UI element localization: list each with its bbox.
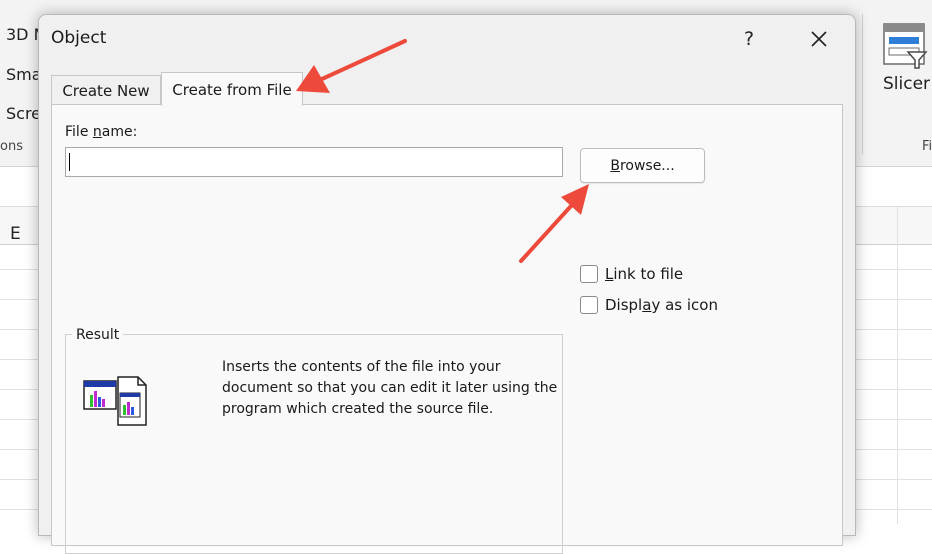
create-from-file-panel: File name: Browse... Link to file Displa…: [51, 104, 843, 554]
browse-label-accel: B: [610, 157, 620, 174]
result-description: Inserts the contents of the file into yo…: [222, 359, 558, 417]
browse-button[interactable]: Browse...: [580, 148, 705, 183]
text-caret: [69, 153, 70, 171]
ribbon-item-smartart[interactable]: Sma: [6, 65, 42, 84]
close-button[interactable]: [799, 21, 839, 57]
file-name-label: File name:: [65, 124, 137, 140]
ribbon-item-screenshot[interactable]: Scre: [6, 104, 41, 123]
tab-create-from-file-label: Create from File: [172, 80, 292, 99]
result-legend: Result: [72, 327, 124, 343]
ribbon-separator: [862, 14, 863, 154]
link-to-file-checkbox[interactable]: [580, 265, 598, 283]
ribbon-group-label-illustrations: ons: [0, 139, 23, 154]
dialog-title: Object: [51, 28, 107, 48]
tab-create-from-file[interactable]: Create from File: [161, 72, 303, 106]
help-icon: ?: [743, 28, 755, 50]
close-icon: [811, 31, 827, 47]
slicer-label[interactable]: Slicer: [883, 74, 930, 94]
embed-object-icon: [83, 376, 147, 426]
ribbon-group-label-filters: Fi: [922, 139, 932, 154]
grid-line: [897, 206, 898, 524]
link-label-part: ink to file: [613, 265, 684, 283]
file-name-label-part: ame:: [101, 124, 138, 140]
display-as-icon-label: Display as icon: [605, 296, 718, 314]
link-to-file-option[interactable]: Link to file: [580, 265, 683, 283]
help-button[interactable]: ?: [729, 21, 769, 57]
tab-create-new-label: Create New: [62, 81, 150, 100]
icon-label-part: Displ: [605, 296, 643, 314]
icon-label-part: y as icon: [651, 296, 718, 314]
slicer-icon[interactable]: [880, 22, 930, 70]
tab-create-new[interactable]: Create New: [51, 75, 161, 105]
file-name-input[interactable]: [65, 147, 563, 177]
column-letter-e[interactable]: E: [10, 224, 21, 244]
display-as-icon-checkbox[interactable]: [580, 296, 598, 314]
file-name-label-part: File: [65, 124, 93, 140]
link-to-file-label: Link to file: [605, 265, 683, 283]
object-dialog: Object ? Create New Create from File Fil…: [38, 14, 856, 554]
browse-label-part: rowse...: [619, 157, 675, 174]
display-as-icon-option[interactable]: Display as icon: [580, 296, 718, 314]
file-name-label-accel: n: [92, 124, 102, 140]
